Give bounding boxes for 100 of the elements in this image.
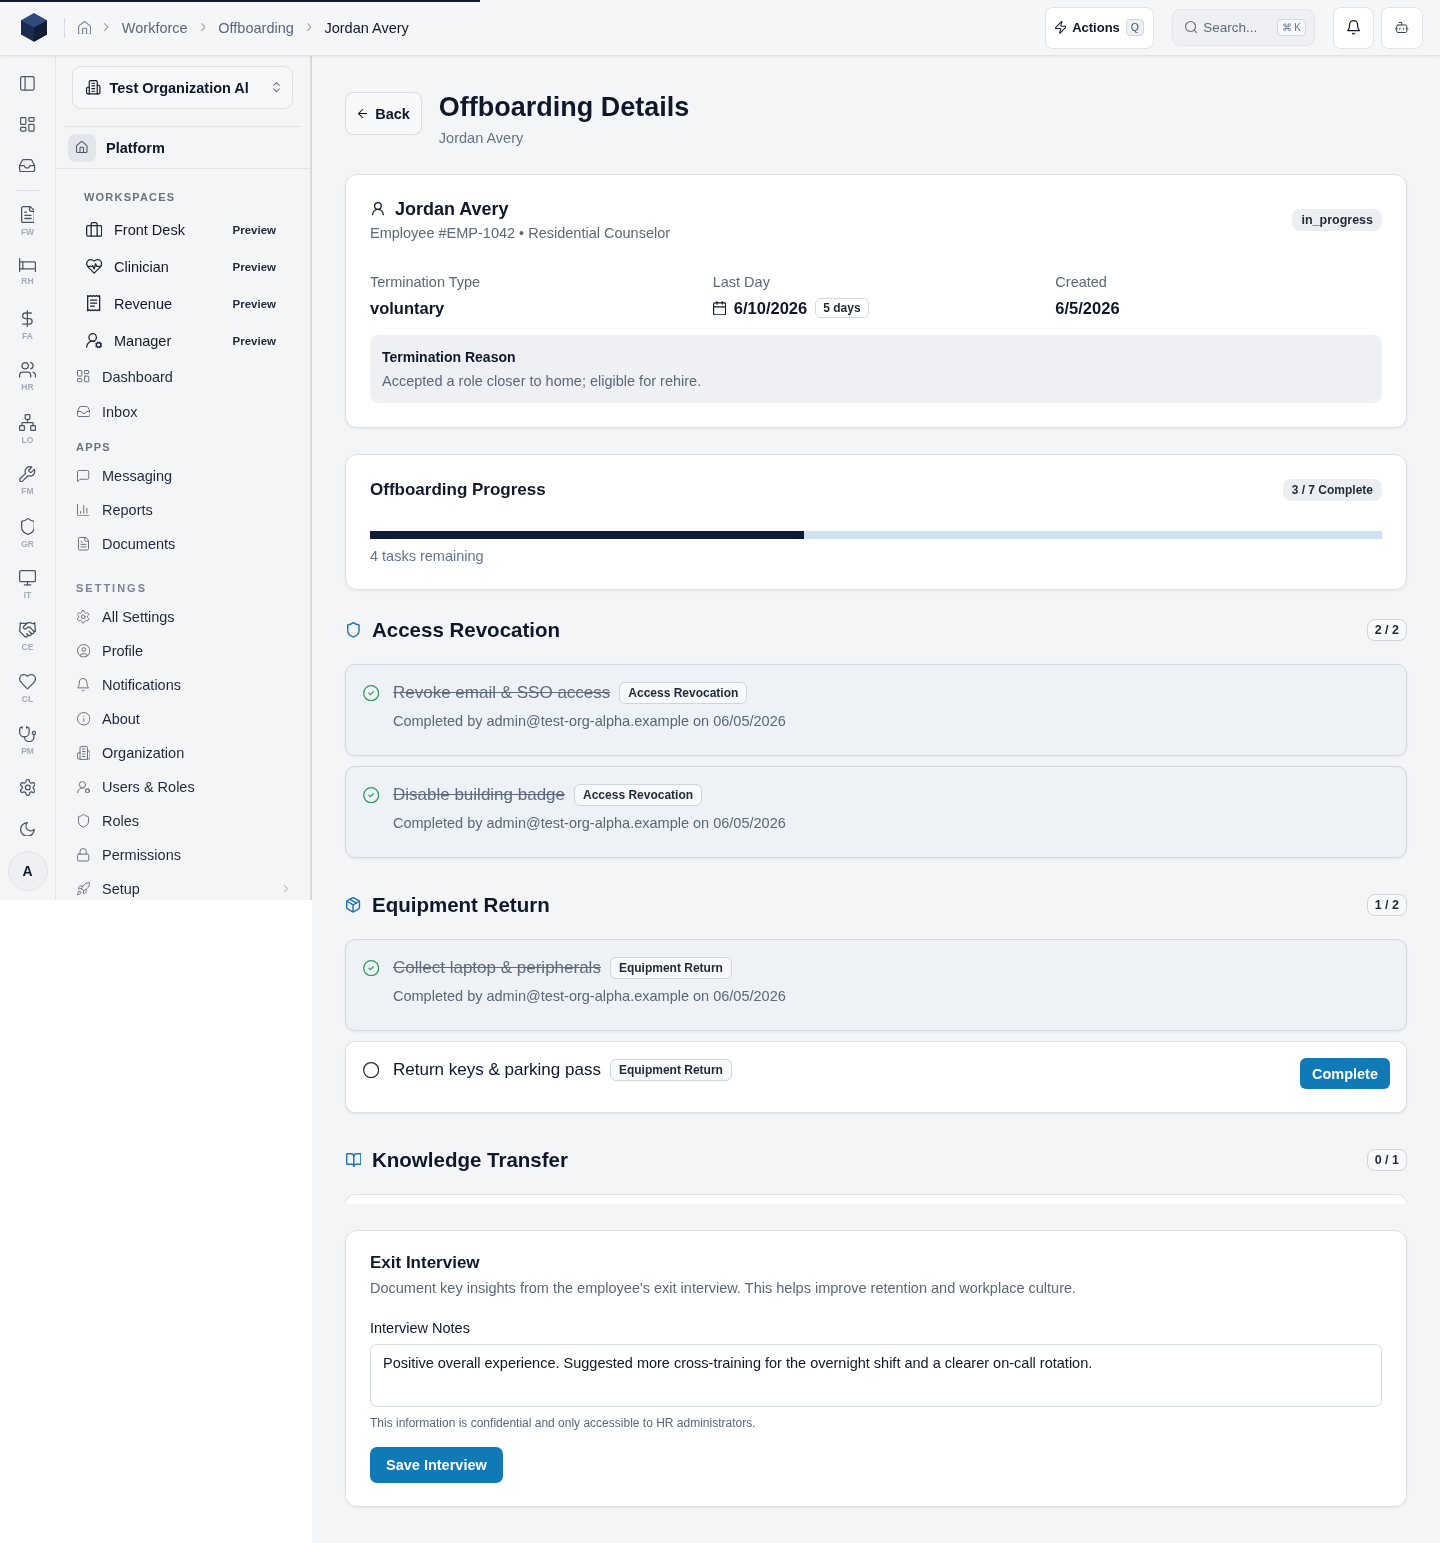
heart-pulse-icon — [85, 259, 103, 274]
grid-icon — [20, 117, 35, 132]
sidebar-link[interactable]: Permissions — [76, 845, 288, 865]
sidebar-link[interactable]: Manager — [85, 329, 233, 352]
sidebar-link[interactable]: Users & Roles — [76, 777, 288, 797]
person-icon — [372, 202, 384, 216]
actions-button[interactable]: Actions Q — [1044, 6, 1154, 49]
panel-icon — [20, 76, 35, 91]
card-title: Exit Interview — [370, 1252, 481, 1274]
calendar-icon — [712, 300, 726, 316]
lightning-icon — [1054, 21, 1067, 34]
section-label: SETTINGS — [75, 581, 148, 595]
building-icon — [76, 746, 91, 760]
sidebar-link[interactable]: Roles — [76, 811, 288, 831]
stethoscope-icon — [18, 726, 37, 743]
chevron-right-icon — [104, 23, 109, 32]
shortcut-key: ⌘ K — [1276, 19, 1306, 36]
breadcrumb-link[interactable]: Workforce — [121, 19, 188, 36]
settings-icon — [19, 779, 36, 797]
breadcrumb-link[interactable]: Offboarding — [218, 19, 294, 36]
bed-icon — [18, 258, 37, 272]
moon-icon — [20, 821, 35, 837]
field-value: 6/10/2026 — [733, 298, 808, 318]
box-icon — [346, 897, 361, 913]
robot-icon — [1395, 22, 1409, 33]
category-tag: Equipment Return — [609, 1059, 732, 1081]
search-bar[interactable]: Search... ⌘ K — [1172, 9, 1315, 46]
assistant-button[interactable] — [1381, 6, 1423, 49]
sidebar-link[interactable]: Revenue — [85, 292, 233, 315]
task-title: Revoke email & SSO access — [393, 683, 611, 703]
dollar-icon — [22, 310, 33, 328]
platform-link[interactable]: Platform — [68, 137, 310, 158]
back-button[interactable]: Back — [345, 92, 422, 135]
preview-label: Preview — [232, 334, 276, 347]
sidebar-link[interactable]: Setup — [76, 879, 288, 899]
sidebar-link[interactable]: Documents — [76, 534, 288, 554]
document-icon — [78, 537, 89, 551]
preview-label: Preview — [232, 260, 276, 273]
breadcrumb-current: Jordan Avery — [324, 19, 409, 36]
cube-logo-icon[interactable] — [21, 13, 47, 42]
days-badge: 5 days — [815, 298, 869, 318]
sidebar-link[interactable]: Profile — [76, 641, 288, 661]
home-icon[interactable] — [78, 20, 92, 35]
network-icon — [18, 414, 37, 432]
count-badge: 2 / 2 — [1366, 619, 1407, 641]
rocket-icon — [76, 882, 91, 896]
user-gear-icon — [85, 332, 103, 349]
search-input[interactable]: Search... — [1203, 20, 1262, 35]
home-icon — [68, 133, 96, 162]
field-label: Last Day — [712, 273, 771, 291]
section-label: WORKSPACES — [83, 190, 177, 204]
avatar[interactable]: A — [7, 851, 48, 891]
task-title: Disable building badge — [393, 785, 566, 805]
save-interview-button[interactable]: Save Interview — [370, 1447, 503, 1483]
employee-name: Jordan Avery — [394, 198, 509, 220]
category-tag: Access Revocation — [574, 784, 703, 806]
chevron-right-icon — [306, 23, 312, 32]
notifications-button[interactable] — [1333, 6, 1374, 49]
heart-icon — [18, 674, 37, 690]
sidebar-link[interactable]: Inbox — [76, 401, 288, 422]
lock-icon — [77, 848, 90, 862]
settings-icon — [77, 610, 90, 624]
handshake-icon — [18, 622, 37, 638]
field-label: Created — [1055, 273, 1108, 291]
complete-button[interactable]: Complete — [1299, 1058, 1390, 1089]
user-circle-icon — [76, 644, 91, 658]
interview-notes-field[interactable]: Positive overall experience. Suggested more cross-training for the overnight shift and a clearer on-call rotation. — [370, 1344, 1382, 1407]
arrow-left-icon — [358, 108, 368, 119]
task-title: Return keys & parking pass — [393, 1060, 601, 1080]
grid-icon — [77, 370, 90, 383]
employee-details: Employee #EMP-1042 • Residential Counselor — [370, 224, 671, 243]
completion-note: Completed by admin@test-org-alpha.example on 06/05/2026 — [393, 712, 787, 731]
book-icon — [345, 1152, 362, 1168]
sidebar-link[interactable]: Messaging — [76, 466, 288, 486]
section-title: Equipment Return — [372, 893, 550, 917]
sidebar-link[interactable]: Organization — [76, 743, 288, 763]
users-icon — [18, 362, 37, 378]
sidebar-link[interactable]: About — [76, 709, 288, 729]
organization-switcher[interactable]: Test Organization Al — [72, 66, 293, 109]
chevron-right-icon — [200, 23, 206, 32]
bar-chart-icon — [77, 503, 90, 517]
shield-icon — [78, 814, 89, 828]
shield-icon — [20, 518, 35, 536]
receipt-icon — [87, 295, 101, 312]
building-icon — [86, 80, 101, 95]
bell-icon — [1346, 20, 1361, 35]
sidebar-link[interactable]: All Settings — [76, 607, 288, 627]
sidebar-link[interactable]: Reports — [76, 500, 288, 520]
shortcut-key: Q — [1125, 19, 1144, 36]
reason-text: Accepted a role closer to home; eligible for rehire. — [382, 372, 703, 391]
inbox-icon — [76, 406, 91, 417]
progress-title: Offboarding Progress — [370, 480, 546, 500]
preview-label: Preview — [232, 297, 276, 310]
completion-note: Completed by admin@test-org-alpha.example on 06/05/2026 — [393, 987, 787, 1006]
sidebar-link[interactable]: Notifications — [76, 675, 288, 695]
sidebar-link[interactable]: Dashboard — [76, 366, 288, 387]
info-icon — [76, 712, 91, 726]
status-badge: in_progress — [1292, 209, 1382, 231]
sidebar-link[interactable]: Front Desk — [85, 218, 233, 241]
sidebar-link[interactable]: Clinician — [85, 255, 233, 278]
